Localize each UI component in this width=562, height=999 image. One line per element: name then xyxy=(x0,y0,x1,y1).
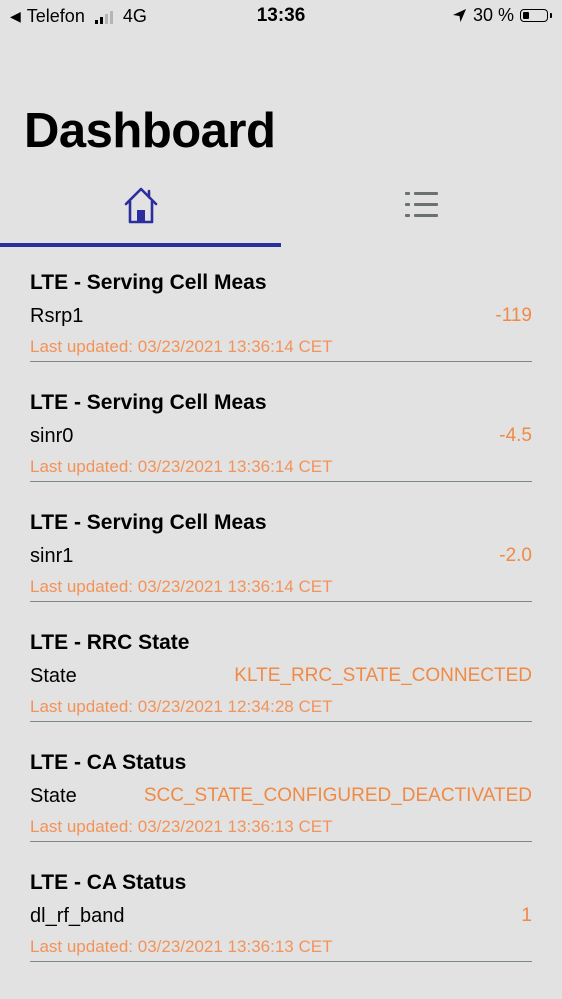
status-right: 30 % xyxy=(452,5,552,26)
page-title: Dashboard xyxy=(24,104,276,158)
item-key: sinr1 xyxy=(30,545,74,567)
status-bar: ◀ Telefon 4G 13:36 30 % xyxy=(0,0,562,32)
item-key: sinr0 xyxy=(30,425,74,447)
item-updated: Last updated: 03/23/2021 13:36:13 CET xyxy=(30,937,333,956)
list-item[interactable]: LTE - CA Status dl_rf_band 1 Last update… xyxy=(30,842,532,962)
item-value: -4.5 xyxy=(499,425,532,446)
tab-home[interactable] xyxy=(0,170,281,240)
item-title: LTE - CA Status xyxy=(30,751,187,774)
item-value: SCC_STATE_CONFIGURED_DEACTIVATED xyxy=(143,785,532,806)
tab-bar xyxy=(0,170,562,248)
item-key: State xyxy=(30,785,77,807)
tab-selected-indicator xyxy=(0,243,281,247)
item-key: State xyxy=(30,665,77,687)
list-item[interactable]: LTE - RRC State State KLTE_RRC_STATE_CON… xyxy=(30,602,532,722)
item-key: Rsrp1 xyxy=(30,305,84,327)
home-icon xyxy=(124,187,157,224)
list-icon xyxy=(404,192,438,217)
battery-percent: 30 % xyxy=(472,5,514,25)
item-value: -2.0 xyxy=(499,545,532,566)
list-item[interactable]: LTE - CA Status State SCC_STATE_CONFIGUR… xyxy=(30,722,532,842)
item-title: LTE - CA Status xyxy=(30,871,187,894)
item-value: 1 xyxy=(521,905,532,926)
list-item[interactable]: LTE - Serving Cell Meas sinr0 -4.5 Last … xyxy=(30,362,532,482)
tab-list[interactable] xyxy=(281,170,562,240)
item-value: KLTE_RRC_STATE_CONNECTED xyxy=(234,665,532,686)
item-key: dl_rf_band xyxy=(30,905,125,927)
list-item[interactable]: LTE - Serving Cell Meas Rsrp1 -119 Last … xyxy=(30,248,532,362)
item-title: LTE - RRC State xyxy=(30,631,190,654)
item-value: -119 xyxy=(495,305,532,326)
location-arrow-icon xyxy=(452,8,467,23)
item-title: LTE - Serving Cell Meas xyxy=(30,511,267,534)
battery-icon xyxy=(520,9,548,22)
battery-nub xyxy=(550,13,552,18)
list-item[interactable]: LTE - Serving Cell Meas sinr1 -2.0 Last … xyxy=(30,482,532,602)
item-title: LTE - Serving Cell Meas xyxy=(30,391,267,414)
measurements-list[interactable]: LTE - Serving Cell Meas Rsrp0 -116 Last … xyxy=(0,248,562,999)
item-title: LTE - Serving Cell Meas xyxy=(30,271,267,294)
